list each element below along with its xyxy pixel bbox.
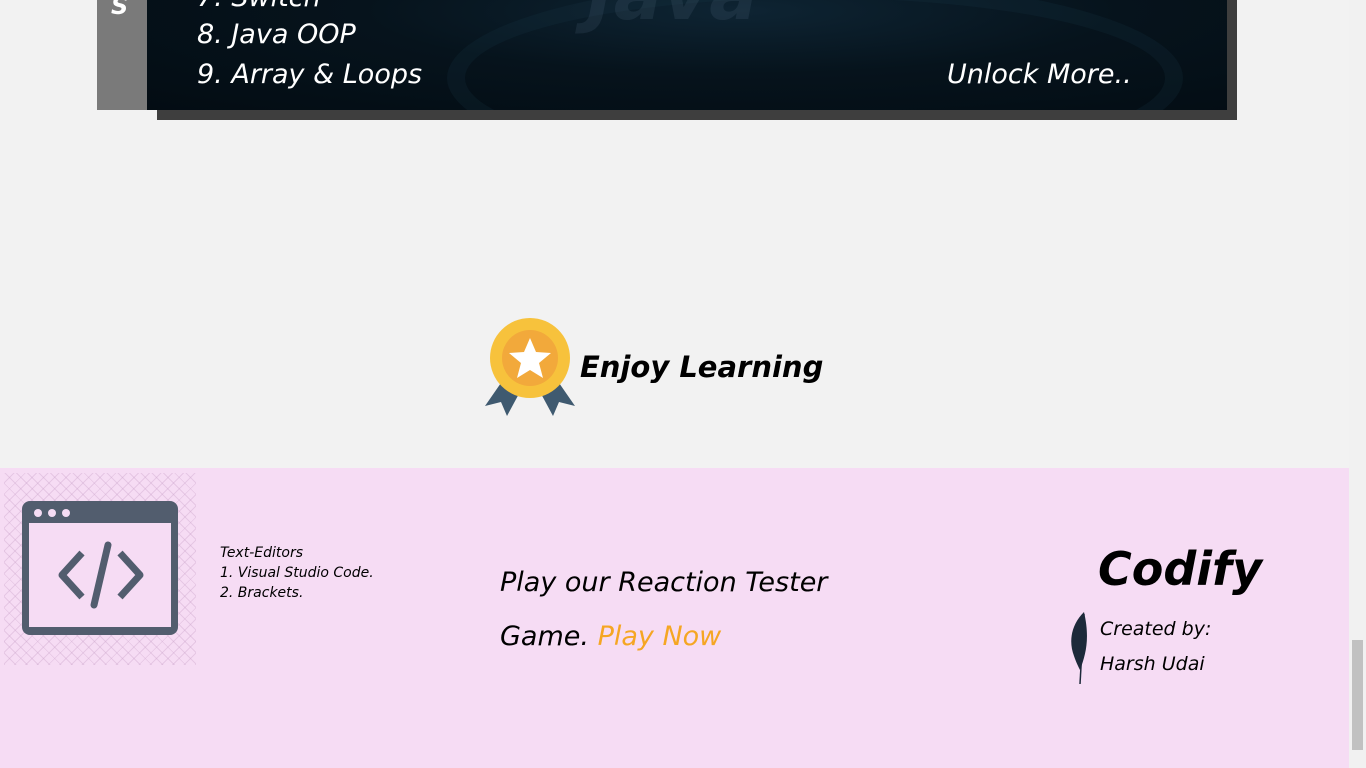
text-editor-item: 1. Visual Studio Code. <box>220 565 374 581</box>
footer: Text-Editors 1. Visual Studio Code. 2. B… <box>0 468 1349 768</box>
code-window-icon <box>22 501 178 635</box>
page-scrollbar[interactable] <box>1349 0 1366 768</box>
code-window-logo <box>4 473 196 665</box>
brand-name: Codify <box>1098 542 1263 596</box>
course-item-java-oop: 8. Java OOP <box>197 19 356 50</box>
scrollbar-thumb[interactable] <box>1352 640 1363 750</box>
author-name: Harsh Udai <box>1100 653 1205 675</box>
course-item-array-loops: 9. Array & Loops <box>197 59 423 90</box>
promo-game-text: Game. <box>500 621 589 652</box>
text-editors-title: Text-Editors <box>220 545 303 561</box>
feather-icon <box>1071 612 1087 685</box>
course-card: Java 7. Switch 8. Java OOP 9. Array & Lo… <box>147 0 1227 110</box>
side-letter: S <box>111 0 129 20</box>
award-ribbon-icon <box>485 318 575 416</box>
java-swoosh-decoration <box>447 0 1183 110</box>
course-card-side-tab: S <box>97 0 147 110</box>
text-editors-list: Text-Editors 1. Visual Studio Code. 2. B… <box>220 543 374 603</box>
text-editor-item: 2. Brackets. <box>220 585 304 601</box>
promo-line-2: Game. Play Now <box>500 610 827 664</box>
java-watermark: Java <box>587 0 758 36</box>
unlock-more-link[interactable]: Unlock More.. <box>947 59 1132 90</box>
promo-line-1: Play our Reaction Tester <box>500 567 828 598</box>
course-item-switch: 7. Switch <box>197 0 321 13</box>
play-now-link[interactable]: Play Now <box>598 621 722 652</box>
reaction-tester-promo: Play our Reaction Tester Game. Play Now <box>500 556 827 664</box>
credits: Created by: Harsh Udai <box>1100 612 1211 682</box>
enjoy-learning-heading: Enjoy Learning <box>580 350 824 384</box>
created-by-label: Created by: <box>1100 618 1212 640</box>
